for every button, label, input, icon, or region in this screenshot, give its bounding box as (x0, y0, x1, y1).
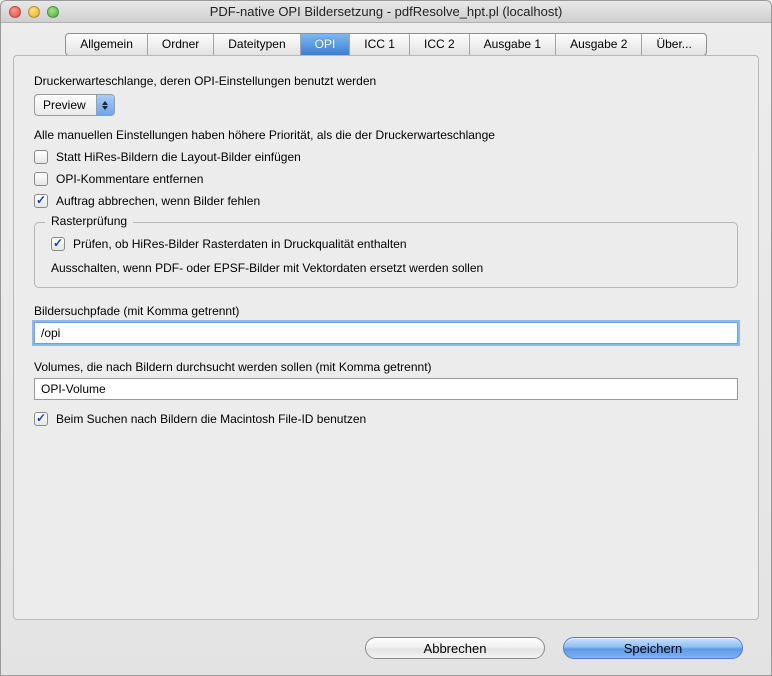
cancel-button[interactable]: Abbrechen (365, 637, 545, 659)
window: PDF-native OPI Bildersetzung - pdfResolv… (0, 0, 772, 676)
checkbox-check-raster-label: Prüfen, ob HiRes-Bilder Rasterdaten in D… (73, 237, 407, 251)
titlebar: PDF-native OPI Bildersetzung - pdfResolv… (1, 1, 771, 23)
cancel-button-label: Abbrechen (424, 641, 487, 656)
checkbox-remove-opi[interactable] (34, 172, 48, 186)
tab--ber-[interactable]: Über... (642, 34, 705, 55)
tab-ordner[interactable]: Ordner (148, 34, 214, 55)
raster-group: Rasterprüfung Prüfen, ob HiRes-Bilder Ra… (34, 222, 738, 288)
tab-icc-1[interactable]: ICC 1 (350, 34, 410, 55)
checkbox-remove-opi-label: OPI-Kommentare entfernen (56, 172, 203, 186)
tabbar: AllgemeinOrdnerDateitypenOPIICC 1ICC 2Au… (65, 33, 707, 56)
priority-note: Alle manuellen Einstellungen haben höher… (34, 128, 738, 142)
raster-group-title: Rasterprüfung (45, 214, 133, 228)
paths-input[interactable] (34, 322, 738, 344)
tab-ausgabe-2[interactable]: Ausgabe 2 (556, 34, 642, 55)
save-button[interactable]: Speichern (563, 637, 743, 659)
volumes-input[interactable] (34, 378, 738, 400)
zoom-icon[interactable] (47, 6, 59, 18)
window-title: PDF-native OPI Bildersetzung - pdfResolv… (1, 4, 771, 19)
popup-arrows-icon (96, 95, 114, 115)
queue-label: Druckerwarteschlange, deren OPI-Einstell… (34, 74, 738, 88)
paths-label: Bildersuchpfade (mit Komma getrennt) (34, 304, 738, 318)
tab-opi[interactable]: OPI (301, 34, 351, 55)
settings-panel: Druckerwarteschlange, deren OPI-Einstell… (13, 55, 759, 620)
minimize-icon[interactable] (28, 6, 40, 18)
checkbox-abort-label: Auftrag abbrechen, wenn Bilder fehlen (56, 194, 260, 208)
tab-allgemein[interactable]: Allgemein (66, 34, 148, 55)
checkbox-layout-label: Statt HiRes-Bildern die Layout-Bilder ei… (56, 150, 301, 164)
tab-ausgabe-1[interactable]: Ausgabe 1 (470, 34, 556, 55)
raster-note: Ausschalten, wenn PDF- oder EPSF-Bilder … (51, 261, 483, 275)
save-button-label: Speichern (624, 641, 683, 656)
queue-popup-value: Preview (35, 98, 96, 112)
checkbox-check-raster[interactable] (51, 237, 65, 251)
checkbox-file-id-label: Beim Suchen nach Bildern die Macintosh F… (56, 412, 366, 426)
checkbox-file-id[interactable] (34, 412, 48, 426)
checkbox-layout[interactable] (34, 150, 48, 164)
queue-popup[interactable]: Preview (34, 94, 115, 116)
close-icon[interactable] (9, 6, 21, 18)
tab-icc-2[interactable]: ICC 2 (410, 34, 470, 55)
tab-dateitypen[interactable]: Dateitypen (214, 34, 300, 55)
volumes-label: Volumes, die nach Bildern durchsucht wer… (34, 360, 738, 374)
checkbox-abort[interactable] (34, 194, 48, 208)
